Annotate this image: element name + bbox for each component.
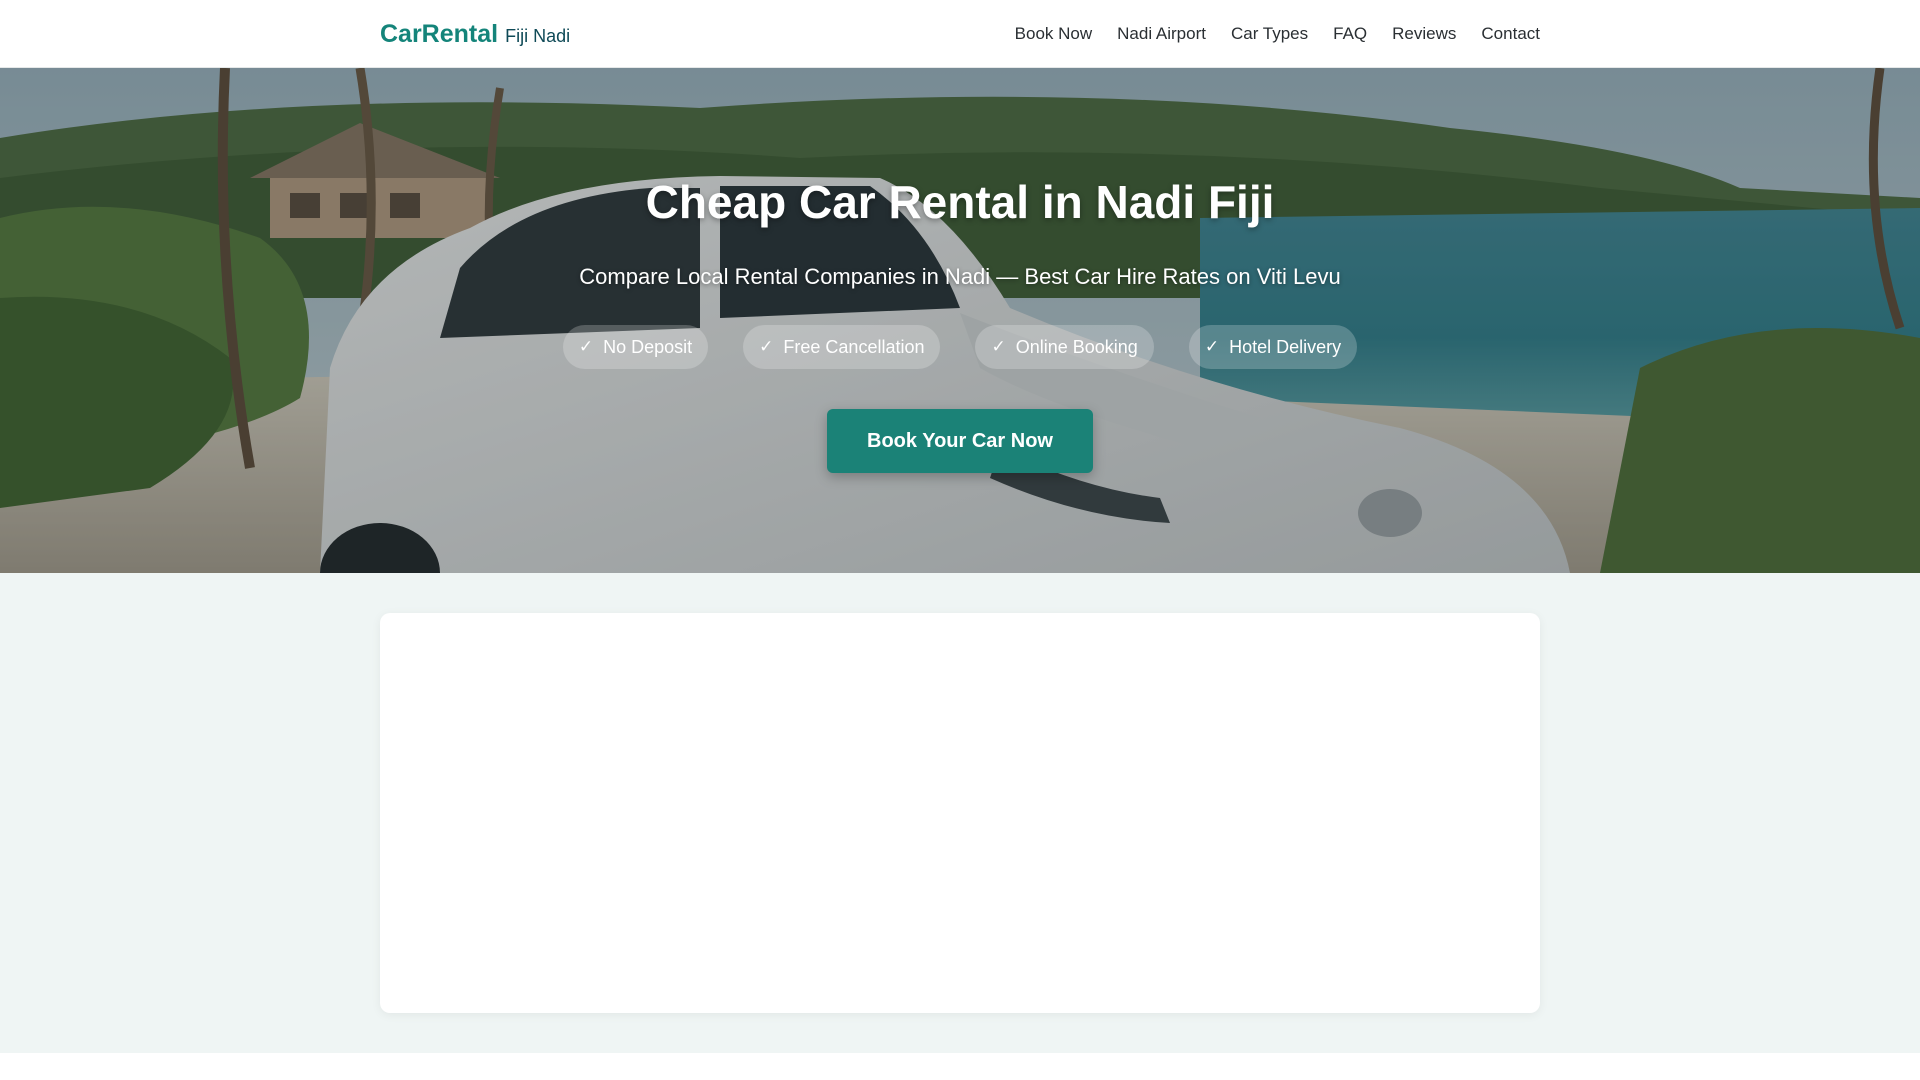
hero-section: Cheap Car Rental in Nadi Fiji Compare Lo…	[0, 68, 1920, 573]
booking-widget-panel	[380, 613, 1540, 1013]
brand-name: CarRental	[380, 19, 499, 48]
nav-reviews[interactable]: Reviews	[1392, 24, 1456, 44]
badge-hotel-delivery: ✓ Hotel Delivery	[1188, 325, 1358, 369]
check-icon: ✓	[1204, 337, 1220, 356]
badge-no-deposit: ✓ No Deposit	[562, 325, 709, 369]
hero-content: Cheap Car Rental in Nadi Fiji Compare Lo…	[0, 68, 1920, 573]
check-icon: ✓	[991, 337, 1006, 356]
nav-contact[interactable]: Contact	[1481, 24, 1540, 44]
page-bottom-strip	[0, 1053, 1920, 1080]
badge-label: Hotel Delivery	[1229, 336, 1342, 357]
nav-faq[interactable]: FAQ	[1333, 24, 1367, 44]
main-nav: Book Now Nadi Airport Car Types FAQ Revi…	[1015, 24, 1540, 44]
nav-book-now[interactable]: Book Now	[1015, 24, 1092, 44]
badge-label: Free Cancellation	[783, 336, 925, 357]
check-icon: ✓	[759, 337, 774, 356]
badge-free-cancellation: ✓ Free Cancellation	[743, 325, 941, 369]
badge-online-booking: ✓ Online Booking	[975, 325, 1154, 369]
hero-title: Cheap Car Rental in Nadi Fiji	[645, 176, 1275, 228]
site-header: CarRental Fiji Nadi Book Now Nadi Airpor…	[0, 0, 1920, 68]
brand-location: Fiji Nadi	[505, 25, 571, 46]
badge-label: Online Booking	[1015, 336, 1138, 357]
badge-label: No Deposit	[603, 336, 693, 357]
nav-car-types[interactable]: Car Types	[1231, 24, 1308, 44]
header-inner: CarRental Fiji Nadi Book Now Nadi Airpor…	[380, 0, 1540, 68]
feature-badges: ✓ No Deposit ✓ Free Cancellation ✓ Onlin…	[0, 325, 1920, 369]
nav-nadi-airport[interactable]: Nadi Airport	[1117, 24, 1206, 44]
main-section	[0, 573, 1920, 1053]
check-icon: ✓	[578, 337, 594, 356]
brand-logo[interactable]: CarRental Fiji Nadi	[380, 20, 570, 49]
book-car-button[interactable]: Book Your Car Now	[827, 409, 1093, 473]
hero-subtitle: Compare Local Rental Companies in Nadi —…	[579, 264, 1341, 289]
